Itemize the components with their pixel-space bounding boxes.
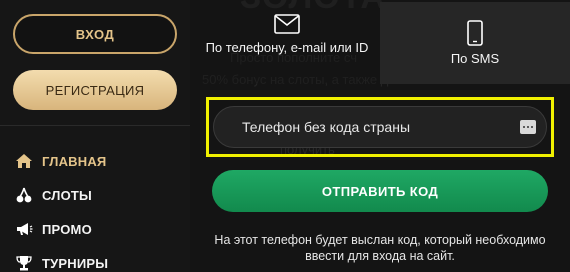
- sidebar-item-tournaments[interactable]: ТУРНИРЫ: [14, 246, 108, 272]
- sidebar-item-promo[interactable]: ПРОМО: [14, 212, 108, 246]
- sidebar-item-label: ПРОМО: [42, 221, 92, 237]
- home-icon: [14, 151, 34, 171]
- autofill-icon[interactable]: [520, 120, 536, 134]
- login-panel: ЗОЛОТА Просто пополните сч 50% бонус на …: [190, 0, 570, 272]
- phone-input-highlight: Телефон без кода страны: [206, 97, 554, 157]
- tab-phone-email-id[interactable]: По телефону, e-mail или ID: [190, 0, 384, 84]
- sms-hint-text: На этот телефон будет выслан код, которы…: [214, 233, 546, 263]
- megaphone-icon: [14, 219, 34, 239]
- sidebar-item-slots[interactable]: СЛОТЫ: [14, 178, 108, 212]
- sidebar: ВХОД РЕГИСТРАЦИЯ ГЛАВНАЯ СЛОТЫ ПРОМО ТУР: [0, 0, 190, 272]
- send-code-button[interactable]: ОТПРАВИТЬ КОД: [212, 170, 548, 212]
- envelope-icon: [274, 12, 300, 36]
- sidebar-item-label: СЛОТЫ: [42, 187, 92, 203]
- tab-label: По SMS: [450, 51, 500, 66]
- phone-input-placeholder: Телефон без кода страны: [242, 119, 410, 135]
- cherries-icon: [14, 185, 34, 205]
- sidebar-item-label: ТУРНИРЫ: [42, 255, 109, 271]
- smartphone-icon: [467, 20, 483, 46]
- tab-sms[interactable]: По SMS: [380, 2, 570, 84]
- trophy-icon: [14, 253, 34, 272]
- tab-label: По телефону, e-mail или ID: [205, 40, 369, 55]
- register-button[interactable]: РЕГИСТРАЦИЯ: [13, 70, 177, 110]
- sidebar-divider: [0, 125, 190, 126]
- sidebar-nav: ГЛАВНАЯ СЛОТЫ ПРОМО ТУРНИРЫ: [14, 144, 108, 272]
- sidebar-item-label: ГЛАВНАЯ: [42, 153, 107, 169]
- sidebar-item-home[interactable]: ГЛАВНАЯ: [14, 144, 108, 178]
- login-button[interactable]: ВХОД: [13, 14, 177, 54]
- phone-input[interactable]: Телефон без кода страны: [213, 106, 547, 148]
